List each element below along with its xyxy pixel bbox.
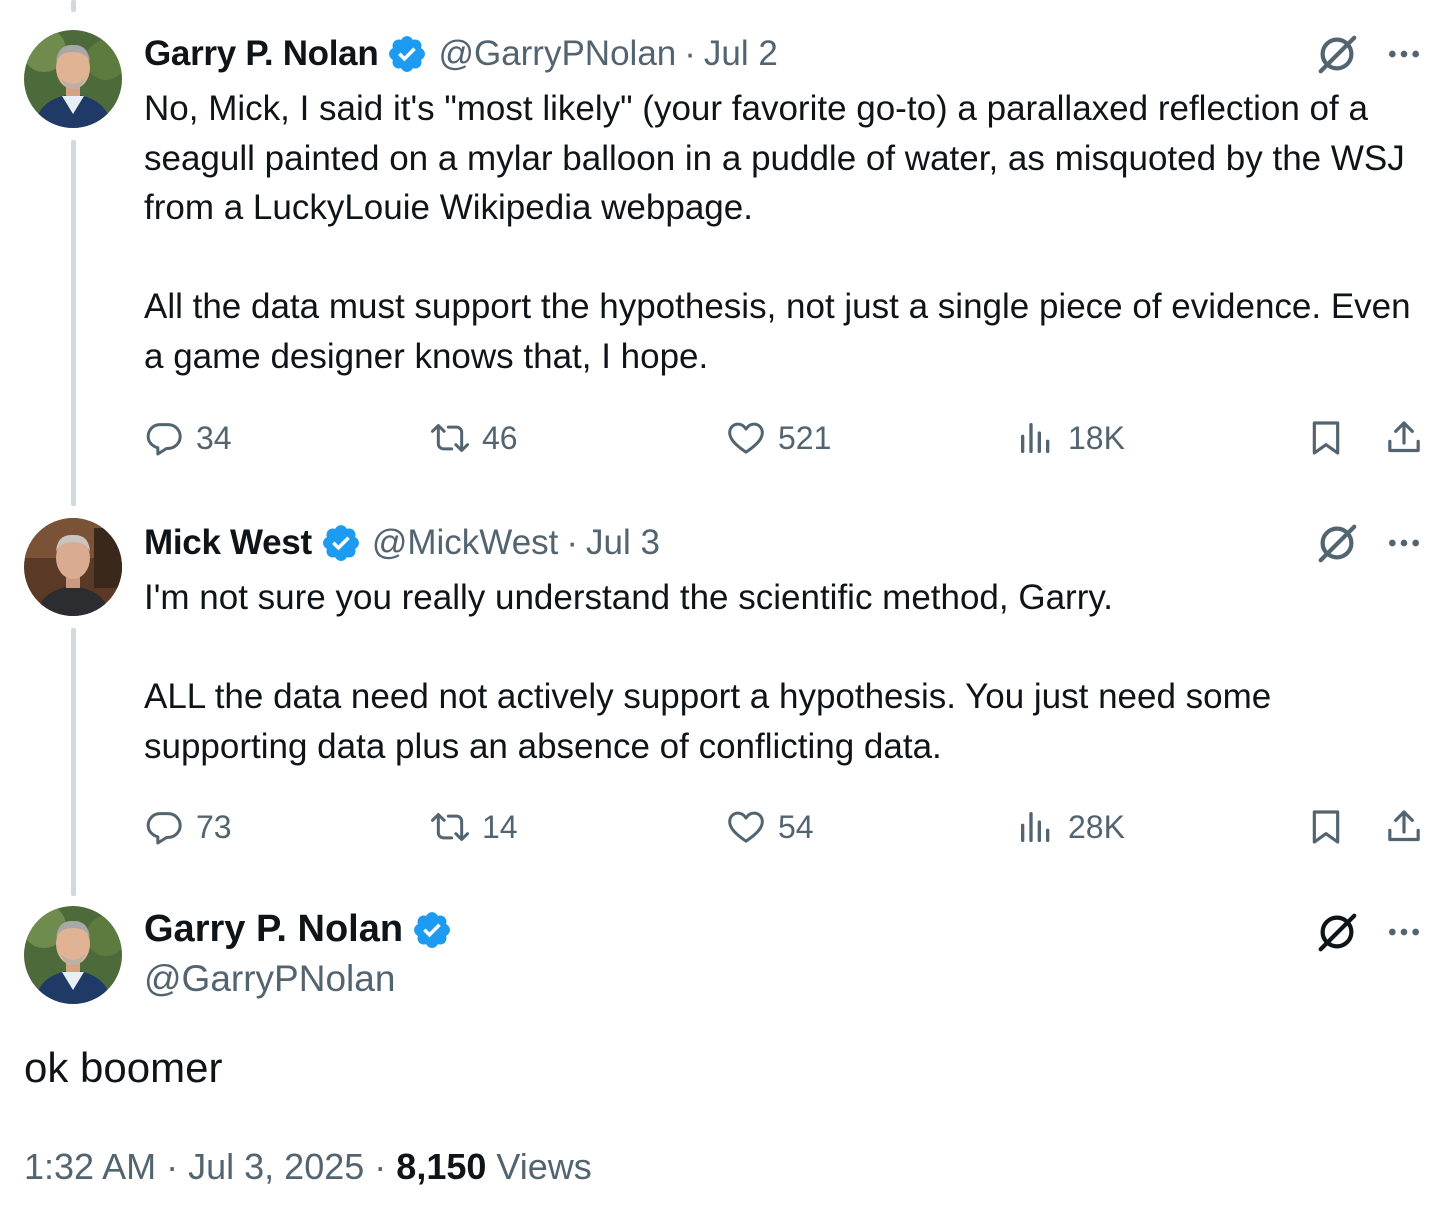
- repost-icon: [431, 813, 469, 841]
- author-handle[interactable]: @GarryPNolan: [438, 34, 676, 74]
- more-icon[interactable]: [1384, 523, 1424, 563]
- repost-button[interactable]: 14: [430, 804, 518, 850]
- reply-icon: [146, 423, 182, 456]
- grok-icon[interactable]: [1314, 520, 1360, 566]
- verified-badge-icon[interactable]: [411, 909, 453, 951]
- thread-line: [71, 140, 76, 506]
- author-name[interactable]: Garry P. Nolan: [144, 908, 403, 951]
- separator-dot: ·: [166, 1146, 179, 1187]
- tweet-header: Mick West @MickWest · Jul 3: [144, 518, 660, 568]
- repost-count: 14: [482, 808, 518, 845]
- repost-count: 46: [482, 419, 518, 456]
- like-button[interactable]: 521: [726, 415, 831, 461]
- like-count: 521: [778, 419, 832, 456]
- avatar-garry-nolan[interactable]: [24, 30, 122, 128]
- reply-count: 34: [196, 419, 232, 456]
- verified-badge-icon[interactable]: [320, 522, 362, 564]
- reply-button[interactable]: 34: [144, 415, 232, 461]
- bookmark-icon: [1312, 810, 1340, 844]
- views-button[interactable]: 18K: [1016, 415, 1125, 461]
- tweet-paragraph: All the data must support the hypothesis…: [144, 287, 1411, 376]
- tweet-actions: 73 14 54 28K: [144, 804, 1434, 850]
- views-icon: [1021, 812, 1050, 842]
- share-icon: [1388, 810, 1420, 842]
- tweet-full-date[interactable]: Jul 3, 2025: [188, 1146, 364, 1187]
- views-count[interactable]: 8,150: [396, 1146, 486, 1187]
- main-tweet-text: ok boomer: [24, 1044, 223, 1091]
- tweet-header: Garry P. Nolan @GarryPNolan · Jul 2: [144, 29, 778, 79]
- like-icon: [728, 811, 764, 843]
- author-name[interactable]: Garry P. Nolan: [144, 34, 379, 74]
- tweet-time[interactable]: 1:32 AM: [24, 1146, 156, 1187]
- views-icon: [1021, 423, 1050, 453]
- views-button[interactable]: 28K: [1016, 804, 1125, 850]
- tweet-date[interactable]: Jul 2: [704, 34, 778, 74]
- tweet-actions: 34 46 521 18K: [144, 415, 1434, 461]
- share-button[interactable]: [1384, 804, 1436, 850]
- bookmark-button[interactable]: [1306, 804, 1358, 850]
- repost-button[interactable]: 46: [430, 415, 518, 461]
- grok-icon[interactable]: [1314, 31, 1360, 77]
- share-icon: [1388, 421, 1420, 453]
- tweet-meta: 1:32 AM · Jul 3, 2025 · 8,150 Views: [24, 1146, 592, 1188]
- separator-dot: ·: [684, 34, 696, 73]
- tweet-text: I'm not sure you really understand the s…: [144, 573, 1434, 771]
- author-handle[interactable]: @GarryPNolan: [144, 958, 395, 1000]
- tweet-paragraph: No, Mick, I said it's "most likely" (you…: [144, 89, 1405, 228]
- like-count: 54: [778, 808, 814, 845]
- reply-count: 73: [196, 808, 232, 845]
- more-icon[interactable]: [1384, 912, 1424, 952]
- main-author-row: Garry P. Nolan: [144, 908, 463, 951]
- author-name[interactable]: Mick West: [144, 523, 312, 563]
- avatar-garry-nolan[interactable]: [24, 906, 122, 1004]
- thread-line-top: [71, 0, 76, 12]
- repost-icon: [431, 424, 469, 452]
- grok-icon[interactable]: [1314, 909, 1360, 955]
- verified-badge-icon[interactable]: [386, 33, 428, 75]
- tweet-paragraph: ALL the data need not actively support a…: [144, 677, 1272, 766]
- views-count: 18K: [1068, 419, 1125, 456]
- avatar-image: [24, 518, 122, 616]
- separator-dot: ·: [374, 1146, 387, 1187]
- tweet-text: No, Mick, I said it's "most likely" (you…: [144, 84, 1434, 382]
- bookmark-button[interactable]: [1306, 415, 1358, 461]
- author-handle[interactable]: @MickWest: [372, 523, 559, 563]
- bookmark-icon: [1312, 421, 1340, 455]
- separator-dot: ·: [566, 523, 579, 562]
- share-button[interactable]: [1384, 415, 1436, 461]
- reply-button[interactable]: 73: [144, 804, 232, 850]
- like-icon: [728, 422, 764, 454]
- reply-icon: [146, 812, 182, 845]
- tweet-paragraph: I'm not sure you really understand the s…: [144, 578, 1113, 617]
- views-label: Views: [496, 1146, 592, 1187]
- tweet-date[interactable]: Jul 3: [586, 523, 660, 563]
- views-count: 28K: [1068, 808, 1125, 845]
- thread-line: [71, 628, 76, 896]
- avatar-image: [24, 906, 122, 1004]
- avatar-image: [24, 30, 122, 128]
- like-button[interactable]: 54: [726, 804, 814, 850]
- more-icon[interactable]: [1384, 34, 1424, 74]
- avatar-mick-west[interactable]: [24, 518, 122, 616]
